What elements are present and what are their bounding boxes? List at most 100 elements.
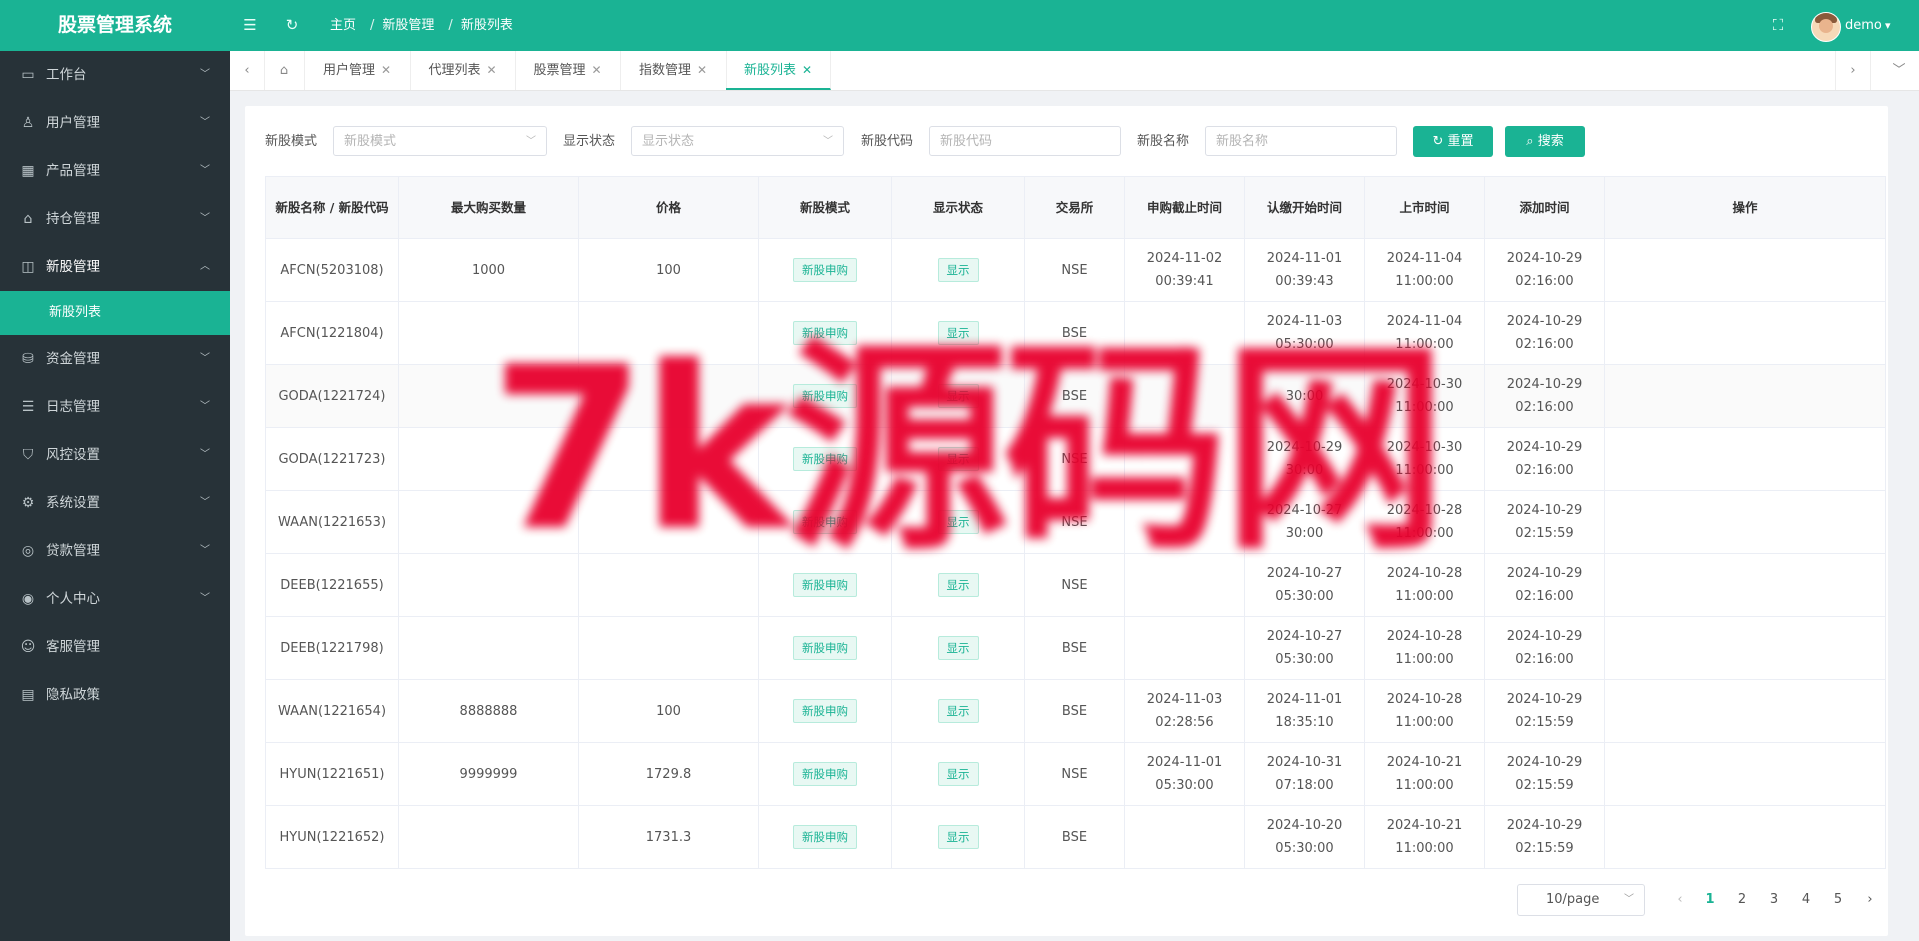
cell-actions[interactable] <box>1604 364 1886 428</box>
sidebar-subitem-ipo-list[interactable]: 新股列表 <box>0 291 230 335</box>
cell-actions[interactable] <box>1604 742 1886 806</box>
cell-listing: 2024-10-28 11:00:00 <box>1364 616 1485 680</box>
close-icon[interactable]: ✕ <box>381 63 391 77</box>
breadcrumb-section[interactable]: 新股管理 <box>382 18 434 33</box>
sidebar-item-label: 风控设置 <box>46 447 100 463</box>
sidebar-item-privacy[interactable]: ▤ 隐私政策 <box>0 671 230 719</box>
chevron-down-icon: ﹀ <box>200 449 210 460</box>
sidebar-item-support[interactable]: ☺ 客服管理 <box>0 623 230 671</box>
tab-stock-management[interactable]: 股票管理 ✕ <box>515 51 621 90</box>
breadcrumb-separator: / <box>370 18 375 33</box>
table-row: HYUN(1221652) 1731.3 新股申购 显示 BSE 2024-10-20 0… <box>265 805 1886 869</box>
ipo-mode-tag: 新股申购 <box>793 636 857 660</box>
table-row: AFCN(5203108) 1000 100 新股申购 显示 NSE 2024-11-02 … <box>265 238 1886 302</box>
prev-page-icon[interactable]: ‹ <box>1665 884 1695 916</box>
column-header: 新股模式 <box>758 176 892 239</box>
sidebar-item-ipo[interactable]: ◫ 新股管理 ︿ <box>0 243 230 291</box>
refresh-icon[interactable]: ↻ <box>282 15 302 35</box>
sidebar-item-label: 日志管理 <box>46 399 100 415</box>
sidebar-item-loans[interactable]: ◎ 贷款管理 ﹀ <box>0 527 230 575</box>
cell-actions[interactable] <box>1604 238 1886 302</box>
column-header: 价格 <box>578 176 759 239</box>
cell-deadline <box>1124 616 1245 680</box>
cell-actions[interactable] <box>1604 616 1886 680</box>
cell-max <box>398 616 579 680</box>
column-header: 操作 <box>1604 176 1886 239</box>
cell-actions[interactable] <box>1604 679 1886 743</box>
cell-name: AFCN(1221804) <box>265 301 399 365</box>
close-icon[interactable]: ✕ <box>591 63 601 77</box>
next-page-icon[interactable]: › <box>1855 884 1885 916</box>
sidebar-item-label: 工作台 <box>46 67 87 83</box>
tab-label: 股票管理 <box>533 63 586 78</box>
sidebar-item-logs[interactable]: ☰ 日志管理 ﹀ <box>0 383 230 431</box>
cell-added: 2024-10-29 02:16:00 <box>1484 427 1605 491</box>
sidebar-item-products[interactable]: ▦ 产品管理 ﹀ <box>0 147 230 195</box>
tab-ipo-list[interactable]: 新股列表 ✕ <box>726 51 831 90</box>
cell-name: GODA(1221723) <box>265 427 399 491</box>
page-number[interactable]: 2 <box>1727 884 1757 916</box>
cell-added: 2024-10-29 02:16:00 <box>1484 301 1605 365</box>
status-badge: 显示 <box>937 762 979 786</box>
cell-added: 2024-10-29 02:15:59 <box>1484 805 1605 869</box>
fullscreen-icon[interactable]: ⛶ <box>1768 15 1788 35</box>
page-number[interactable]: 1 <box>1695 884 1725 916</box>
tab-label: 代理列表 <box>428 63 481 78</box>
cell-actions[interactable] <box>1604 427 1886 491</box>
cell-actions[interactable] <box>1604 805 1886 869</box>
status-badge: 显示 <box>937 636 979 660</box>
page-number[interactable]: 3 <box>1759 884 1789 916</box>
close-icon[interactable]: ✕ <box>802 63 812 77</box>
ipo-mode-tag: 新股申购 <box>793 258 857 282</box>
sidebar-item-positions[interactable]: ⌂ 持仓管理 ﹀ <box>0 195 230 243</box>
display-status-cell: 显示 <box>891 679 1025 743</box>
sidebar-item-funds[interactable]: ⛁ 资金管理 ﹀ <box>0 335 230 383</box>
sidebar-item-label: 产品管理 <box>46 163 100 179</box>
page-number[interactable]: 4 <box>1791 884 1821 916</box>
filter-mode-select[interactable]: 新股模式 ﹀ <box>333 126 547 156</box>
cell-name: DEEB(1221655) <box>265 553 399 617</box>
cell-max: 9999999 <box>398 742 579 806</box>
avatar[interactable] <box>1811 12 1841 42</box>
chevron-down-icon[interactable]: ▾ <box>1885 0 1891 51</box>
tabs-scroll-left-icon[interactable]: ‹ <box>230 51 265 90</box>
status-badge: 显示 <box>937 825 979 849</box>
tab-user-management[interactable]: 用户管理 ✕ <box>304 51 411 90</box>
menu-fold-icon[interactable]: ☰ <box>240 15 260 35</box>
cell-max: 1000 <box>398 238 579 302</box>
home-tab-icon[interactable]: ⌂ <box>264 51 305 90</box>
reset-button[interactable]: ↻ 重置 <box>1413 126 1493 157</box>
chevron-down-icon: ﹀ <box>200 213 210 224</box>
cell-actions[interactable] <box>1604 490 1886 554</box>
cell-subscribe: 2024-10-31 07:18:00 <box>1244 742 1365 806</box>
user-name[interactable]: demo <box>1845 0 1882 51</box>
sidebar-item-workbench[interactable]: ▭ 工作台 ﹀ <box>0 51 230 99</box>
breadcrumb-home[interactable]: 主页 <box>330 18 356 33</box>
sidebar-item-profile[interactable]: ◉ 个人中心 ﹀ <box>0 575 230 623</box>
ipo-mode-cell: 新股申购 <box>758 805 892 869</box>
close-icon[interactable]: ✕ <box>486 63 496 77</box>
sidebar-item-system[interactable]: ⚙ 系统设置 ﹀ <box>0 479 230 527</box>
filter-status-select[interactable]: 显示状态 ﹀ <box>631 126 844 156</box>
cell-actions[interactable] <box>1604 553 1886 617</box>
sidebar-item-users[interactable]: ♙ 用户管理 ﹀ <box>0 99 230 147</box>
chevron-down-icon: ﹀ <box>200 353 210 364</box>
page-size-select[interactable]: 10/page ﹀ <box>1517 884 1645 916</box>
cell-price: 100 <box>578 238 759 302</box>
search-button[interactable]: ⌕ 搜索 <box>1505 126 1585 157</box>
tab-agent-list[interactable]: 代理列表 ✕ <box>410 51 516 90</box>
search-icon: ⌕ <box>1526 134 1538 149</box>
sidebar-item-risk[interactable]: ⛉ 风控设置 ﹀ <box>0 431 230 479</box>
close-icon[interactable]: ✕ <box>697 63 707 77</box>
ipo-mode-cell: 新股申购 <box>758 616 892 680</box>
tabs-scroll-right-icon[interactable]: › <box>1835 51 1871 90</box>
page-number[interactable]: 5 <box>1823 884 1853 916</box>
filter-name-input[interactable]: 新股名称 <box>1205 126 1397 156</box>
ipo-mode-tag: 新股申购 <box>793 762 857 786</box>
cell-name: AFCN(5203108) <box>265 238 399 302</box>
tab-index-management[interactable]: 指数管理 ✕ <box>620 51 727 90</box>
filter-code-input[interactable]: 新股代码 <box>929 126 1121 156</box>
tabs-menu-chevron-icon[interactable]: ﹀ <box>1880 51 1918 90</box>
cell-added: 2024-10-29 02:16:00 <box>1484 238 1605 302</box>
cell-actions[interactable] <box>1604 301 1886 365</box>
